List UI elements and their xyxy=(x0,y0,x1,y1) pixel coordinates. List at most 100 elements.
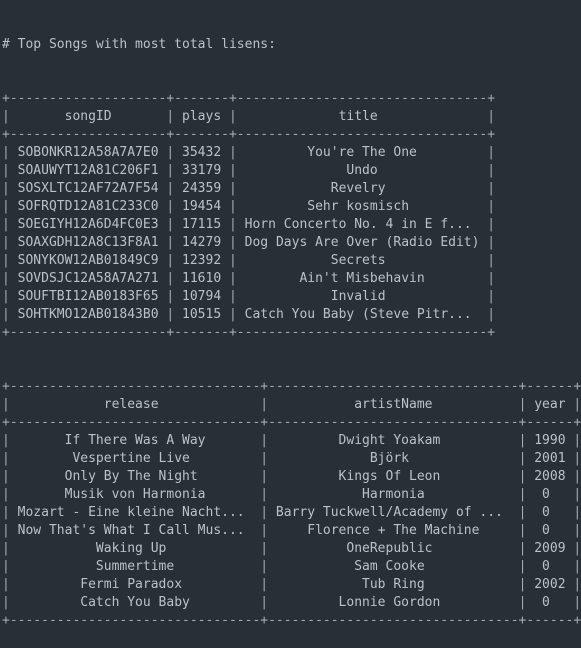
column-separator: | xyxy=(2,235,10,250)
cell-artistname: Harmonia xyxy=(268,487,519,502)
cell-year: 2001 xyxy=(526,451,574,466)
cell-plays: 14279 xyxy=(174,235,229,250)
column-header-songid: songID xyxy=(9,109,167,124)
column-separator: | xyxy=(229,199,237,214)
column-separator: | xyxy=(573,541,581,556)
table-row: | Catch You Baby | Lonnie Gordon | 0 | xyxy=(2,594,581,612)
table-row: | SOAXGDH12A8C13F8A1 | 14279 | Dog Days … xyxy=(2,234,581,252)
cell-artistname: Sam Cooke xyxy=(268,559,519,574)
cell-year: 0 xyxy=(526,559,574,574)
table-row: | Mozart - Eine kleine Nacht... | Barry … xyxy=(2,504,581,522)
cell-artistname: Barry Tuckwell/Academy of ... xyxy=(268,505,519,520)
column-separator: | xyxy=(2,397,10,412)
column-separator: | xyxy=(487,109,496,124)
column-header-release: release xyxy=(9,397,261,412)
column-separator: | xyxy=(487,307,496,322)
column-separator: | xyxy=(229,271,237,286)
cell-release: Waking Up xyxy=(9,541,261,556)
column-separator: | xyxy=(573,523,581,538)
cell-artistname: OneRepublic xyxy=(268,541,519,556)
column-separator: | xyxy=(2,451,10,466)
cell-plays: 35432 xyxy=(174,145,229,160)
cell-title: Secrets xyxy=(236,253,488,268)
table-row: | Now That's What I Call Mus... | Floren… xyxy=(2,522,581,540)
cell-title: You're The One xyxy=(236,145,488,160)
cell-title: Horn Concerto No. 4 in E f... xyxy=(236,217,488,232)
column-separator: | xyxy=(2,181,10,196)
column-separator: | xyxy=(573,469,581,484)
column-separator: | xyxy=(573,487,581,502)
column-separator: | xyxy=(2,163,10,178)
column-separator: | xyxy=(487,181,496,196)
table-header-row: | release | artistName | year | xyxy=(2,396,581,414)
table-row: | SOEGIYH12A6D4FC0E3 | 17115 | Horn Conc… xyxy=(2,216,581,234)
cell-plays: 33179 xyxy=(174,163,229,178)
cell-artistname: Björk xyxy=(268,451,519,466)
column-separator: | xyxy=(518,541,527,556)
cell-artistname: Dwight Yoakam xyxy=(268,433,519,448)
cell-plays: 12392 xyxy=(174,253,229,268)
column-separator: | xyxy=(260,541,269,556)
column-separator: | xyxy=(2,253,10,268)
column-separator: | xyxy=(2,145,10,160)
cell-plays: 10515 xyxy=(174,307,229,322)
column-separator: | xyxy=(229,289,237,304)
table-row: | Only By The Night | Kings Of Leon | 20… xyxy=(2,468,581,486)
cell-songid: SONYKOW12AB01849C9 xyxy=(9,253,167,268)
cell-plays: 17115 xyxy=(174,217,229,232)
table-row: | Waking Up | OneRepublic | 2009 | xyxy=(2,540,581,558)
column-separator: | xyxy=(573,559,581,574)
cell-year: 1990 xyxy=(526,433,574,448)
table-row: | SONYKOW12AB01849C9 | 12392 | Secrets | xyxy=(2,252,581,270)
column-separator: | xyxy=(260,451,269,466)
column-separator: | xyxy=(260,559,269,574)
table-row: | Summertime | Sam Cooke | 0 | xyxy=(2,558,581,576)
column-separator: | xyxy=(573,577,581,592)
column-header-title: title xyxy=(236,109,488,124)
column-separator: | xyxy=(260,469,269,484)
column-separator: | xyxy=(487,163,496,178)
cell-songid: SOHTKMO12AB01843B0 xyxy=(9,307,167,322)
column-separator: | xyxy=(2,109,10,124)
song-details-table: +--------------------------------+------… xyxy=(2,378,581,630)
cell-year: 0 xyxy=(526,505,574,520)
cell-artistname: Lonnie Gordon xyxy=(268,595,519,610)
table-row: | SOSXLTC12AF72A7F54 | 24359 | Revelry | xyxy=(2,180,581,198)
column-separator: | xyxy=(2,199,10,214)
column-separator: | xyxy=(2,505,10,520)
column-separator: | xyxy=(518,559,527,574)
table-row: | SOVDSJC12A58A7A271 | 11610 | Ain't Mis… xyxy=(2,270,581,288)
cell-release: Now That's What I Call Mus... xyxy=(9,523,261,538)
cell-title: Sehr kosmisch xyxy=(236,199,488,214)
column-separator: | xyxy=(573,451,581,466)
cell-year: 2002 xyxy=(526,577,574,592)
cell-title: Catch You Baby (Steve Pitr... xyxy=(236,307,488,322)
cell-songid: SOUFTBI12AB0183F65 xyxy=(9,289,167,304)
cell-year: 0 xyxy=(526,595,574,610)
column-separator: | xyxy=(229,163,237,178)
table-row: | Vespertine Live | Björk | 2001 | xyxy=(2,450,581,468)
cell-songid: SOSXLTC12AF72A7F54 xyxy=(9,181,167,196)
column-separator: | xyxy=(573,595,581,610)
column-separator: | xyxy=(229,109,237,124)
cell-release: Only By The Night xyxy=(9,469,261,484)
cell-year: 2008 xyxy=(526,469,574,484)
column-separator: | xyxy=(487,253,496,268)
table-row: | SOFRQTD12A81C233C0 | 19454 | Sehr kosm… xyxy=(2,198,581,216)
column-separator: | xyxy=(518,523,527,538)
column-separator: | xyxy=(487,271,496,286)
column-separator: | xyxy=(518,577,527,592)
cell-release: Summertime xyxy=(9,559,261,574)
column-separator: | xyxy=(260,487,269,502)
cell-release: Musik von Harmonia xyxy=(9,487,261,502)
column-separator: | xyxy=(487,145,496,160)
query-heading: # Top Songs with most total lisens: xyxy=(2,37,276,52)
table-border: +--------------------+-------+----------… xyxy=(2,91,496,106)
table-row: | SOAUWYT12A81C206F1 | 33179 | Undo | xyxy=(2,162,581,180)
column-separator: | xyxy=(2,469,10,484)
table-row: | Musik von Harmonia | Harmonia | 0 | xyxy=(2,486,581,504)
cell-artistname: Tub Ring xyxy=(268,577,519,592)
cell-release: Catch You Baby xyxy=(9,595,261,610)
cell-release: Fermi Paradox xyxy=(9,577,261,592)
cell-title: Undo xyxy=(236,163,488,178)
